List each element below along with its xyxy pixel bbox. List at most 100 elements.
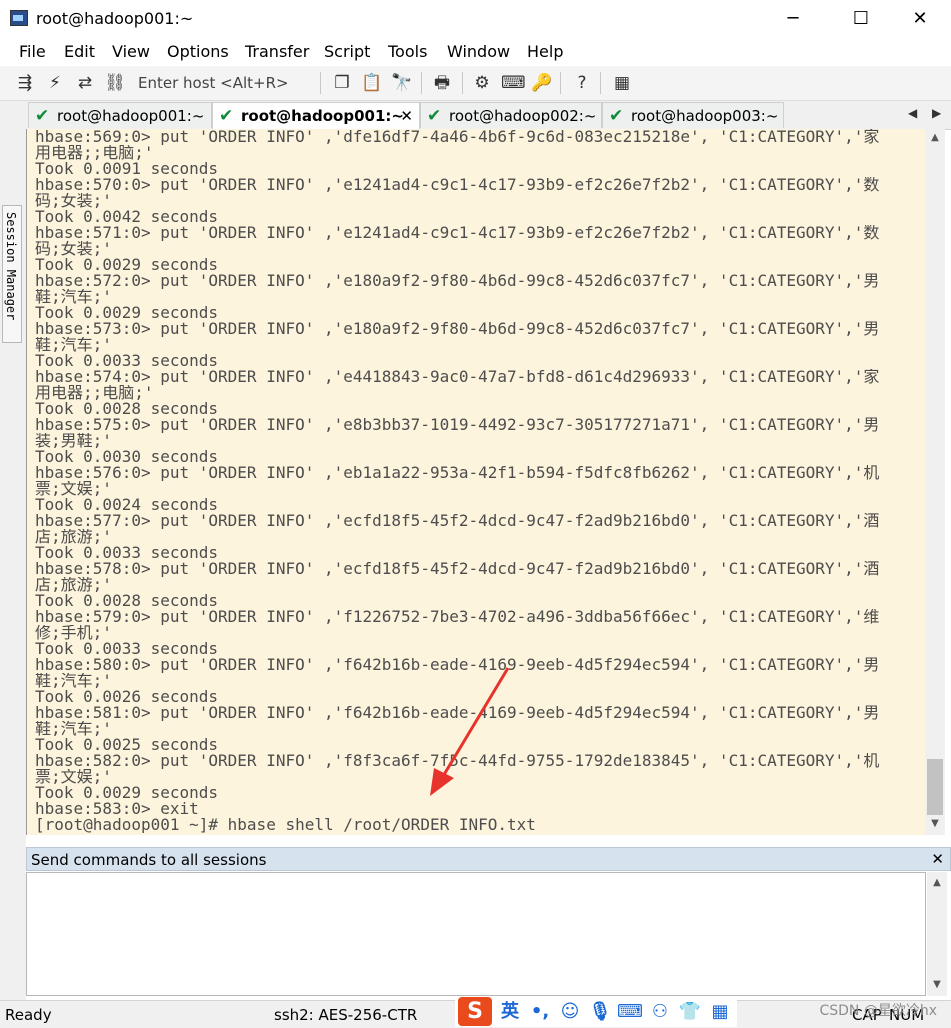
find-icon[interactable]: 🔭 — [391, 73, 413, 93]
terminal-line: hbase:569:0> put 'ORDER_INFO' ,'dfe16df7… — [35, 129, 880, 145]
copy-icon[interactable]: ❐ — [331, 73, 353, 93]
terminal-line: Took 0.0033 seconds — [35, 545, 219, 561]
tab-root-hadoop002[interactable]: ✔ root@hadoop002:~ — [420, 102, 602, 128]
screen-icon[interactable]: ▦ — [611, 73, 633, 93]
tab-root-hadoop003[interactable]: ✔ root@hadoop003:~ — [602, 102, 784, 128]
terminal-line: hbase:573:0> put 'ORDER_INFO' ,'e180a9f2… — [35, 321, 880, 337]
menu-help[interactable]: Help — [527, 42, 563, 61]
securecrt-app-icon — [10, 10, 28, 26]
terminal-line: 码;女装;' — [35, 241, 112, 257]
red-annotation-arrow-icon — [430, 667, 510, 796]
disconnect-icon[interactable]: ⛓ — [104, 73, 126, 93]
sogou-logo-icon[interactable]: S — [458, 997, 492, 1026]
terminal-line: 店;旅游;' — [35, 529, 112, 545]
menu-view[interactable]: View — [112, 42, 150, 61]
terminal-line: 装;男鞋;' — [35, 433, 112, 449]
tab-root-hadoop001-2[interactable]: ✔ root@hadoop001:~ ✕ — [212, 102, 420, 129]
ime-voice-icon[interactable]: 🎙 — [587, 1000, 613, 1024]
terminal-line: hbase:579:0> put 'ORDER_INFO' ,'f1226752… — [35, 609, 880, 625]
terminal-line: hbase:583:0> exit — [35, 801, 199, 817]
key-agent-icon[interactable]: 🔑 — [531, 73, 553, 93]
connected-check-icon: ✔ — [35, 106, 50, 126]
print-icon[interactable]: 🖶 — [431, 73, 453, 93]
menu-file[interactable]: File — [19, 42, 46, 61]
menu-window[interactable]: Window — [447, 42, 510, 61]
settings-gear-icon[interactable]: ⚙ — [471, 73, 493, 93]
quick-connect-icon[interactable]: ⚡ — [44, 73, 66, 93]
terminal-line: 用电器;;电脑;' — [35, 145, 154, 161]
terminal-line: hbase:571:0> put 'ORDER_INFO' ,'e1241ad4… — [35, 225, 880, 241]
send-commands-label: Send commands to all sessions — [31, 851, 267, 869]
window-title: root@hadoop001:~ — [36, 9, 194, 28]
connect-icon[interactable]: ⇶ — [14, 73, 36, 93]
minimize-button[interactable]: ─ — [770, 4, 816, 34]
terminal-line: hbase:577:0> put 'ORDER_INFO' ,'ecfd18f5… — [35, 513, 880, 529]
terminal-line: Took 0.0091 seconds — [35, 161, 219, 177]
terminal-scrollbar[interactable]: ▲ ▼ — [925, 129, 945, 835]
menu-bar: File Edit View Options Transfer Script T… — [0, 38, 951, 66]
paste-icon[interactable]: 📋 — [361, 73, 383, 93]
send-commands-close-icon[interactable]: ✕ — [931, 850, 944, 868]
ime-emoji-icon[interactable]: ☺ — [557, 1000, 583, 1024]
scrollbar-thumb[interactable] — [927, 759, 943, 815]
tab-root-hadoop001-1[interactable]: ✔ root@hadoop001:~ — [28, 102, 212, 128]
scroll-up-icon[interactable]: ▲ — [927, 874, 947, 892]
session-tab-bar: ✔ root@hadoop001:~ ✔ root@hadoop001:~ ✕ … — [26, 101, 951, 130]
title-bar: root@hadoop001:~ ─ ☐ ✕ — [0, 0, 951, 38]
session-manager-strip: Session Manager — [0, 101, 26, 1027]
terminal-line: hbase:578:0> put 'ORDER_INFO' ,'ecfd18f5… — [35, 561, 880, 577]
scroll-up-icon[interactable]: ▲ — [925, 129, 945, 147]
ime-skin-icon[interactable]: 👕 — [677, 1000, 703, 1024]
terminal-line: hbase:574:0> put 'ORDER_INFO' ,'e4418843… — [35, 369, 880, 385]
terminal-line: 鞋;汽车;' — [35, 337, 112, 353]
connected-check-icon: ✔ — [609, 106, 624, 126]
ime-keyboard-icon[interactable]: ⌨ — [617, 1000, 643, 1024]
terminal-line: 票;文娱;' — [35, 481, 112, 497]
terminal-line: hbase:572:0> put 'ORDER_INFO' ,'e180a9f2… — [35, 273, 880, 289]
session-manager-tab[interactable]: Session Manager — [2, 205, 22, 343]
toolbar-separator — [320, 72, 321, 94]
terminal-line: Took 0.0029 seconds — [35, 257, 219, 273]
scroll-down-icon[interactable]: ▼ — [925, 815, 945, 833]
ime-language-toggle[interactable]: 英 — [497, 1000, 523, 1024]
toolbar-separator — [600, 72, 601, 94]
ime-menu-grid-icon[interactable]: ▦ — [707, 1000, 733, 1024]
terminal-line: Took 0.0028 seconds — [35, 593, 219, 609]
terminal-line: 修;手机;' — [35, 625, 112, 641]
terminal-line: Took 0.0033 seconds — [35, 353, 219, 369]
ime-toolbox-icon[interactable]: ⚇ — [647, 1000, 673, 1024]
toolbar: ⇶ ⚡ ⇄ ⛓ ❐ 📋 🔭 🖶 ⚙ ⌨ 🔑 ? ▦ — [0, 66, 951, 101]
menu-tools[interactable]: Tools — [388, 42, 427, 61]
toolbar-separator — [421, 72, 422, 94]
ime-toolbar: S 英 •, ☺ 🎙 ⌨ ⚇ 👕 ▦ — [455, 996, 737, 1027]
status-cipher: ssh2: AES-256-CTR — [274, 1006, 418, 1024]
toolbar-separator — [462, 72, 463, 94]
terminal-line: [root@hadoop001 ~]# hbase shell /root/OR… — [35, 817, 536, 833]
ime-punctuation-icon[interactable]: •, — [527, 1000, 553, 1024]
close-window-button[interactable]: ✕ — [897, 4, 943, 34]
reconnect-icon[interactable]: ⇄ — [74, 73, 96, 93]
tab-close-icon[interactable]: ✕ — [400, 107, 413, 125]
csdn-watermark: CSDN @星欲冷hx — [819, 1003, 937, 1019]
menu-options[interactable]: Options — [167, 42, 229, 61]
keymap-icon[interactable]: ⌨ — [501, 73, 526, 93]
menu-transfer[interactable]: Transfer — [245, 42, 309, 61]
connected-check-icon: ✔ — [219, 106, 234, 126]
terminal-line: hbase:570:0> put 'ORDER_INFO' ,'e1241ad4… — [35, 177, 880, 193]
tab-scroll-right-icon[interactable]: ▶ — [932, 106, 941, 120]
menu-edit[interactable]: Edit — [64, 42, 95, 61]
terminal-line: 店;旅游;' — [35, 577, 112, 593]
maximize-button[interactable]: ☐ — [838, 4, 884, 34]
status-ready: Ready — [5, 1006, 52, 1024]
help-icon[interactable]: ? — [571, 73, 593, 93]
send-commands-input[interactable] — [26, 872, 926, 996]
scroll-down-icon[interactable]: ▼ — [927, 976, 947, 994]
terminal-line: 用电器;;电脑;' — [35, 385, 154, 401]
send-commands-scrollbar[interactable]: ▲ ▼ — [927, 872, 947, 996]
terminal-line: Took 0.0029 seconds — [35, 305, 219, 321]
enter-host-input[interactable] — [132, 72, 324, 94]
terminal-line: 码;女装;' — [35, 193, 112, 209]
terminal-line: 鞋;汽车;' — [35, 289, 112, 305]
tab-scroll-left-icon[interactable]: ◀ — [908, 106, 917, 120]
menu-script[interactable]: Script — [324, 42, 370, 61]
